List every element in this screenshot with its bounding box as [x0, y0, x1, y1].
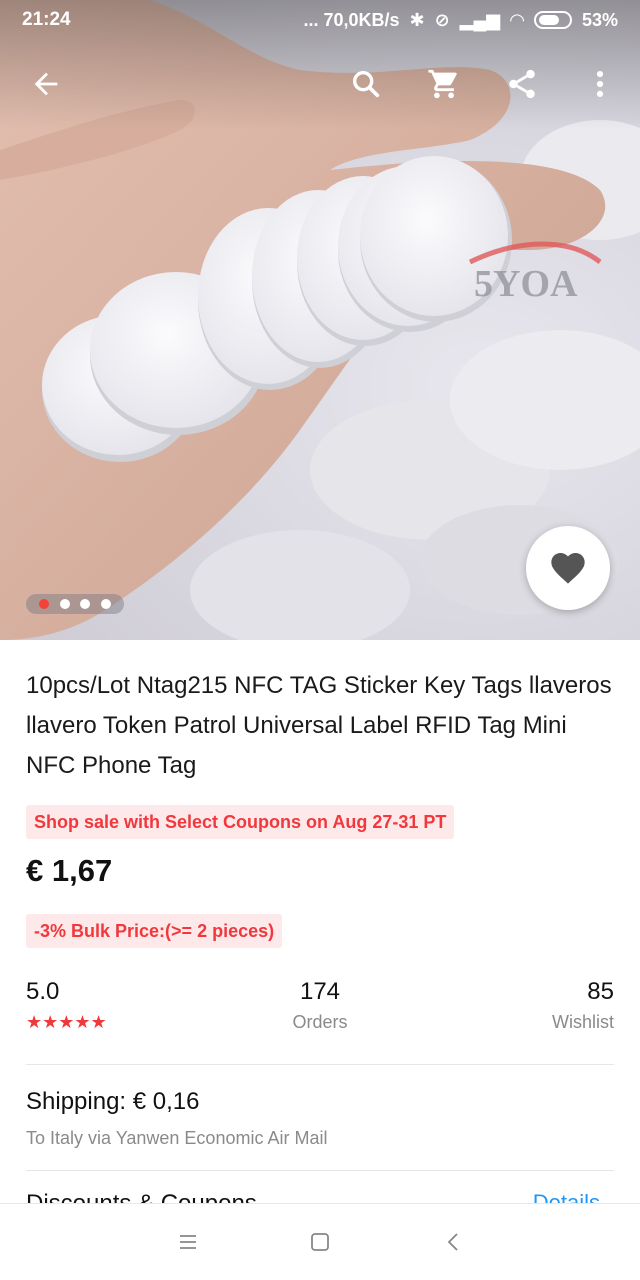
watermark-logo: 5YOA: [474, 263, 578, 305]
image-pager[interactable]: [26, 594, 124, 614]
more-vertical-icon: [596, 70, 604, 98]
top-action-bar: [0, 56, 640, 116]
product-stats: 5.0 ★★★★★ 174 Orders 85 Wishlist: [26, 978, 614, 1038]
signal-icon: ▂▄▆: [459, 9, 501, 30]
search-icon: [352, 70, 380, 98]
divider: [26, 1064, 614, 1065]
product-title: 10pcs/Lot Ntag215 NFC TAG Sticker Key Ta…: [26, 672, 612, 779]
share-button[interactable]: [494, 56, 550, 112]
network-speed: ... 70,0KB/s: [303, 9, 400, 30]
orders-value: 174: [299, 978, 341, 1005]
back-nav-button[interactable]: [434, 1222, 474, 1262]
shipping-title[interactable]: Shipping: € 0,16: [26, 1088, 199, 1116]
pager-dot[interactable]: [59, 599, 70, 609]
details-link[interactable]: Details: [533, 1190, 600, 1204]
alarm-off-icon: ⊘: [434, 9, 450, 30]
battery-percent: 53%: [581, 9, 618, 30]
rating-value: 5.0: [26, 978, 60, 1005]
cart-button[interactable]: [416, 56, 472, 112]
home-nav-button[interactable]: [300, 1222, 340, 1262]
status-bar: 21:24 ... 70,0KB/s ✱ ⊘ ▂▄▆ ◠ 53%: [0, 0, 640, 40]
chevron-left-icon: [447, 1233, 458, 1251]
shipping-subtitle: To Italy via Yanwen Economic Air Mail: [26, 1128, 328, 1148]
orders-label: Orders: [292, 1012, 348, 1032]
pager-dot[interactable]: [100, 599, 111, 609]
orders-stat[interactable]: 174 Orders: [266, 978, 374, 1033]
cart-icon: [428, 69, 457, 99]
menu-nav-button[interactable]: [168, 1222, 208, 1262]
heart-icon: [551, 553, 585, 584]
more-options-button[interactable]: [572, 56, 628, 112]
back-button[interactable]: [18, 56, 74, 112]
next-section-title: Discounts & Coupons: [26, 1190, 257, 1204]
status-time: 21:24: [22, 9, 71, 30]
wifi-icon: ◠: [510, 9, 524, 30]
divider: [26, 1170, 614, 1171]
wishlist-stat[interactable]: 85 Wishlist: [552, 978, 614, 1033]
home-square-icon: [311, 1233, 329, 1251]
bulk-price-badge: -3% Bulk Price:(>= 2 pieces): [26, 914, 283, 948]
battery-icon: [533, 11, 572, 29]
rating-stat[interactable]: 5.0 ★★★★★: [26, 978, 107, 1033]
pager-dot[interactable]: [80, 599, 91, 609]
system-navigation-bar: [0, 1203, 640, 1280]
product-price: € 1,67: [26, 853, 113, 888]
promo-badge[interactable]: Shop sale with Select Coupons on Aug 27-…: [26, 805, 455, 839]
pager-dot[interactable]: [39, 599, 50, 609]
bluetooth-icon: ✱: [409, 9, 425, 30]
search-button[interactable]: [338, 56, 394, 112]
add-to-wishlist-button[interactable]: [526, 526, 610, 610]
wishlist-label: Wishlist: [552, 1012, 614, 1032]
next-section-row[interactable]: Discounts & Coupons Details: [26, 1190, 614, 1204]
status-indicators: ... 70,0KB/s ✱ ⊘ ▂▄▆ ◠ 53%: [303, 10, 618, 31]
arrow-left-icon: [34, 72, 58, 96]
wishlist-value: 85: [587, 978, 614, 1005]
share-icon: [509, 69, 535, 99]
menu-icon: [180, 1235, 196, 1249]
rating-stars: ★★★★★: [26, 1012, 107, 1032]
